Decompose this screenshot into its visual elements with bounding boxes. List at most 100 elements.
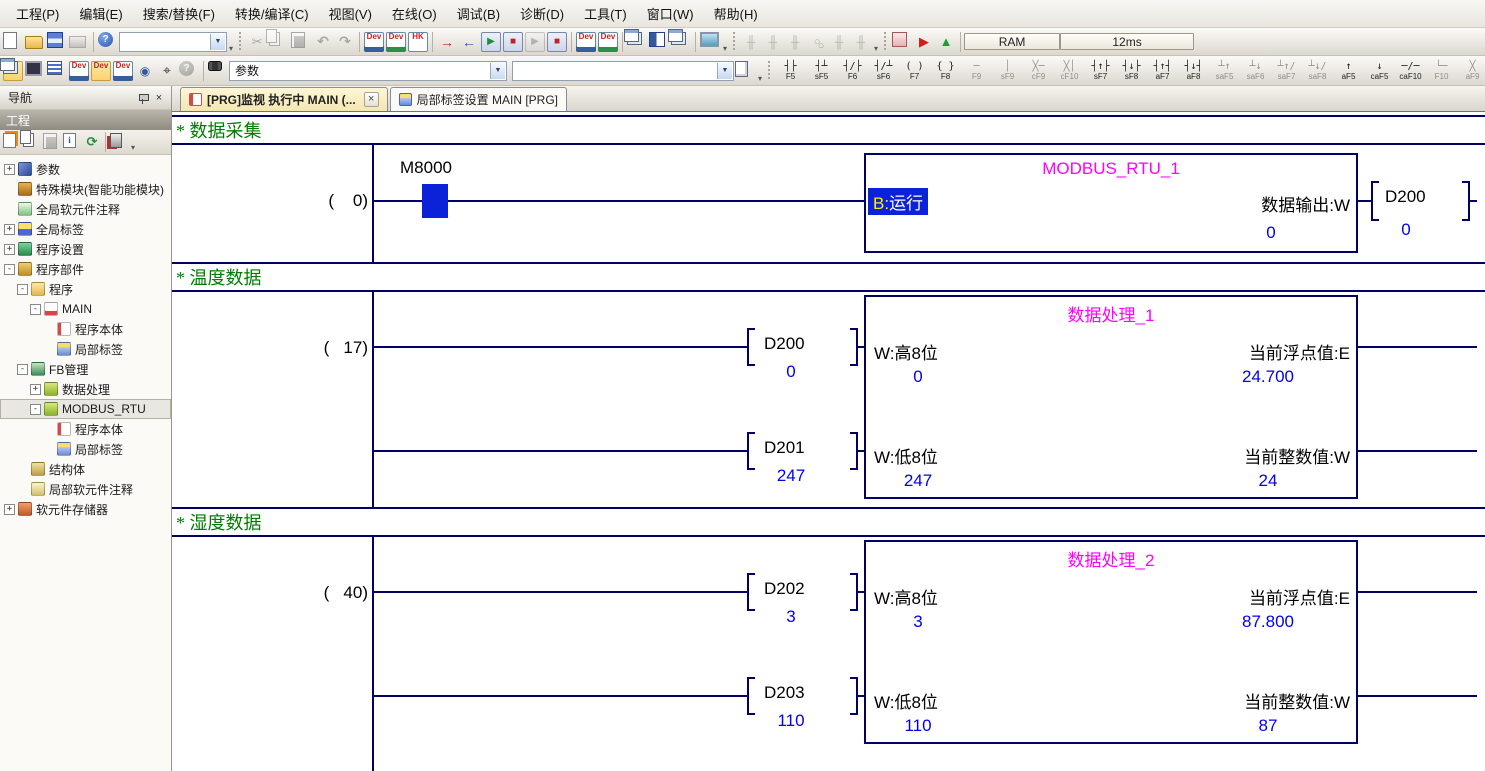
device-batch-monitor-icon[interactable] [576, 32, 596, 52]
function-block-selection-icon[interactable] [25, 61, 45, 81]
tree-item[interactable]: 程序本体 [0, 319, 171, 339]
tree-item[interactable]: 局部标签 [0, 339, 171, 359]
tree-expander[interactable]: - [30, 304, 41, 315]
sort-icon[interactable] [110, 133, 128, 151]
device-comment-edit-icon[interactable] [364, 32, 384, 52]
input-device[interactable]: D202 [764, 579, 805, 599]
device-monitor-icon[interactable] [386, 32, 406, 52]
device-comment-display-icon[interactable] [69, 61, 89, 81]
ladder-symbol-button[interactable]: { } F8 [930, 58, 961, 84]
tree-item[interactable]: 局部标签 [0, 439, 171, 459]
read-from-plc-icon[interactable] [459, 32, 479, 52]
monitor-stop-icon[interactable] [503, 32, 523, 52]
tree-item[interactable]: - MODBUS_RTU [0, 399, 171, 419]
monitor-pause-icon[interactable] [525, 32, 545, 52]
ladder-copy-icon[interactable] [829, 32, 849, 52]
tree-item[interactable]: + 数据处理 [0, 379, 171, 399]
ladder-symbol-button[interactable]: ┤↓┤ aF8 [1178, 58, 1209, 84]
menu-item[interactable]: 帮助(H) [704, 0, 768, 27]
fb-block-data-process-2[interactable]: 数据处理_2 W:高8位 3 当前浮点值:E 87.800 W:低8位 110 … [864, 540, 1358, 744]
tree-expander[interactable]: - [17, 284, 28, 295]
ladder-block-icon[interactable] [851, 32, 871, 52]
copy-item-icon[interactable] [23, 133, 41, 151]
ladder-symbol-button[interactable]: │ sF9 [992, 58, 1023, 84]
toolbar-grip[interactable] [238, 32, 243, 52]
dropdown-chevron[interactable]: ▾ [129, 143, 137, 152]
print-icon[interactable] [69, 32, 89, 52]
rung-comment[interactable]: * 湿度数据 [172, 507, 1485, 537]
ladder-symbol-button[interactable]: ╳ aF9 [1457, 58, 1485, 84]
tree-item[interactable]: - 程序部件 [0, 259, 171, 279]
tree-expander[interactable]: - [4, 264, 15, 275]
error-jump-icon[interactable] [936, 32, 956, 52]
save-icon[interactable] [47, 32, 67, 52]
tree-expander[interactable]: + [4, 164, 15, 175]
ladder-symbol-button[interactable]: ↓ caF5 [1364, 58, 1395, 84]
help-icon[interactable] [98, 32, 118, 52]
toolbar-grip[interactable] [883, 32, 888, 52]
input-device[interactable]: D201 [764, 438, 805, 458]
ladder-symbol-button[interactable]: ─/─ caF10 [1395, 58, 1426, 84]
program-check-icon[interactable] [892, 32, 912, 52]
tree-expander[interactable]: + [30, 384, 41, 395]
ladder-symbol-button[interactable]: ┤↑┤ aF7 [1147, 58, 1178, 84]
fb-pin-high8[interactable]: W:高8位 [874, 339, 938, 364]
ladder-insert-icon[interactable] [763, 32, 783, 52]
copy-icon[interactable] [269, 32, 289, 52]
ladder-edit-icon[interactable] [741, 32, 761, 52]
fb-pin-low8[interactable]: W:低8位 [874, 688, 938, 713]
combo-arrow-icon[interactable]: ▼ [717, 63, 732, 79]
fb-pin-float-value[interactable]: 当前浮点值:E [1249, 584, 1350, 609]
search-combo[interactable]: ▼ [512, 61, 734, 81]
monitor-write-mode-icon[interactable] [547, 32, 567, 52]
ladder-symbol-button[interactable]: ┴↓/ saF8 [1302, 58, 1333, 84]
tree-expander[interactable]: - [30, 404, 41, 415]
ladder-symbol-button[interactable]: ┤↑├ sF7 [1085, 58, 1116, 84]
ladder-symbol-button[interactable]: ┴↑/ saF7 [1271, 58, 1302, 84]
ladder-symbol-button[interactable]: ┤/┴ sF6 [868, 58, 899, 84]
write-to-plc-icon[interactable] [437, 32, 457, 52]
tree-expander[interactable]: + [4, 504, 15, 515]
ladder-symbol-button[interactable]: ┴↓ saF6 [1240, 58, 1271, 84]
quick-access-combo[interactable]: ▼ [119, 32, 227, 52]
context-help-icon[interactable] [179, 61, 199, 81]
ladder-symbol-button[interactable]: ╳─ cF9 [1023, 58, 1054, 84]
device-hotkey-icon[interactable] [408, 32, 428, 52]
menu-item[interactable]: 诊断(D) [510, 0, 574, 27]
menu-item[interactable]: 工具(T) [574, 0, 637, 27]
toolbar-options-chevron[interactable]: ▾ [756, 74, 764, 83]
menu-item[interactable]: 转换/编译(C) [225, 0, 319, 27]
toolbar-grip[interactable] [732, 32, 737, 52]
device-find-icon[interactable] [157, 61, 177, 81]
close-icon[interactable]: × [151, 90, 167, 105]
pin-icon[interactable] [135, 90, 151, 105]
combo-arrow-icon[interactable]: ▼ [210, 34, 225, 50]
fb-pin-int-value[interactable]: 当前整数值:W [1244, 688, 1350, 713]
fb-pin-float-value[interactable]: 当前浮点值:E [1249, 339, 1350, 364]
ladder-symbol-button[interactable]: ┤/├ F6 [837, 58, 868, 84]
rung-comment[interactable]: * 数据采集 [172, 115, 1485, 145]
ladder-symbol-button[interactable]: ─ F9 [961, 58, 992, 84]
toolbar-grip[interactable] [767, 61, 772, 81]
redo-icon[interactable] [335, 32, 355, 52]
properties-icon[interactable] [63, 133, 81, 151]
tree-item[interactable]: + 程序设置 [0, 239, 171, 259]
new-project-icon[interactable] [3, 32, 23, 52]
ladder-search-icon[interactable] [807, 32, 827, 52]
tree-item[interactable]: + 参数 [0, 159, 171, 179]
menu-item[interactable]: 调试(B) [447, 0, 510, 27]
combo-arrow-icon[interactable]: ▼ [490, 63, 505, 79]
ladder-symbol-button[interactable]: └─ F10 [1426, 58, 1457, 84]
contact-m8000[interactable] [422, 184, 448, 218]
output-window-icon[interactable] [47, 61, 67, 81]
tree-item[interactable]: 全局软元件注释 [0, 199, 171, 219]
menu-item[interactable]: 视图(V) [319, 0, 382, 27]
ladder-symbol-button[interactable]: ┤↓├ sF8 [1116, 58, 1147, 84]
toolbar-options-chevron[interactable]: ▾ [721, 44, 729, 53]
intelligent-monitor-icon[interactable] [671, 32, 691, 52]
ladder-symbol-button[interactable]: ( ) F7 [899, 58, 930, 84]
fb-block-modbus-rtu[interactable]: MODBUS_RTU_1 B:运行 数据输出:W 0 [864, 153, 1358, 253]
ladder-symbol-button[interactable]: ┤┴ sF5 [806, 58, 837, 84]
device-batch-display-icon[interactable] [113, 61, 133, 81]
menu-item[interactable]: 窗口(W) [637, 0, 704, 27]
